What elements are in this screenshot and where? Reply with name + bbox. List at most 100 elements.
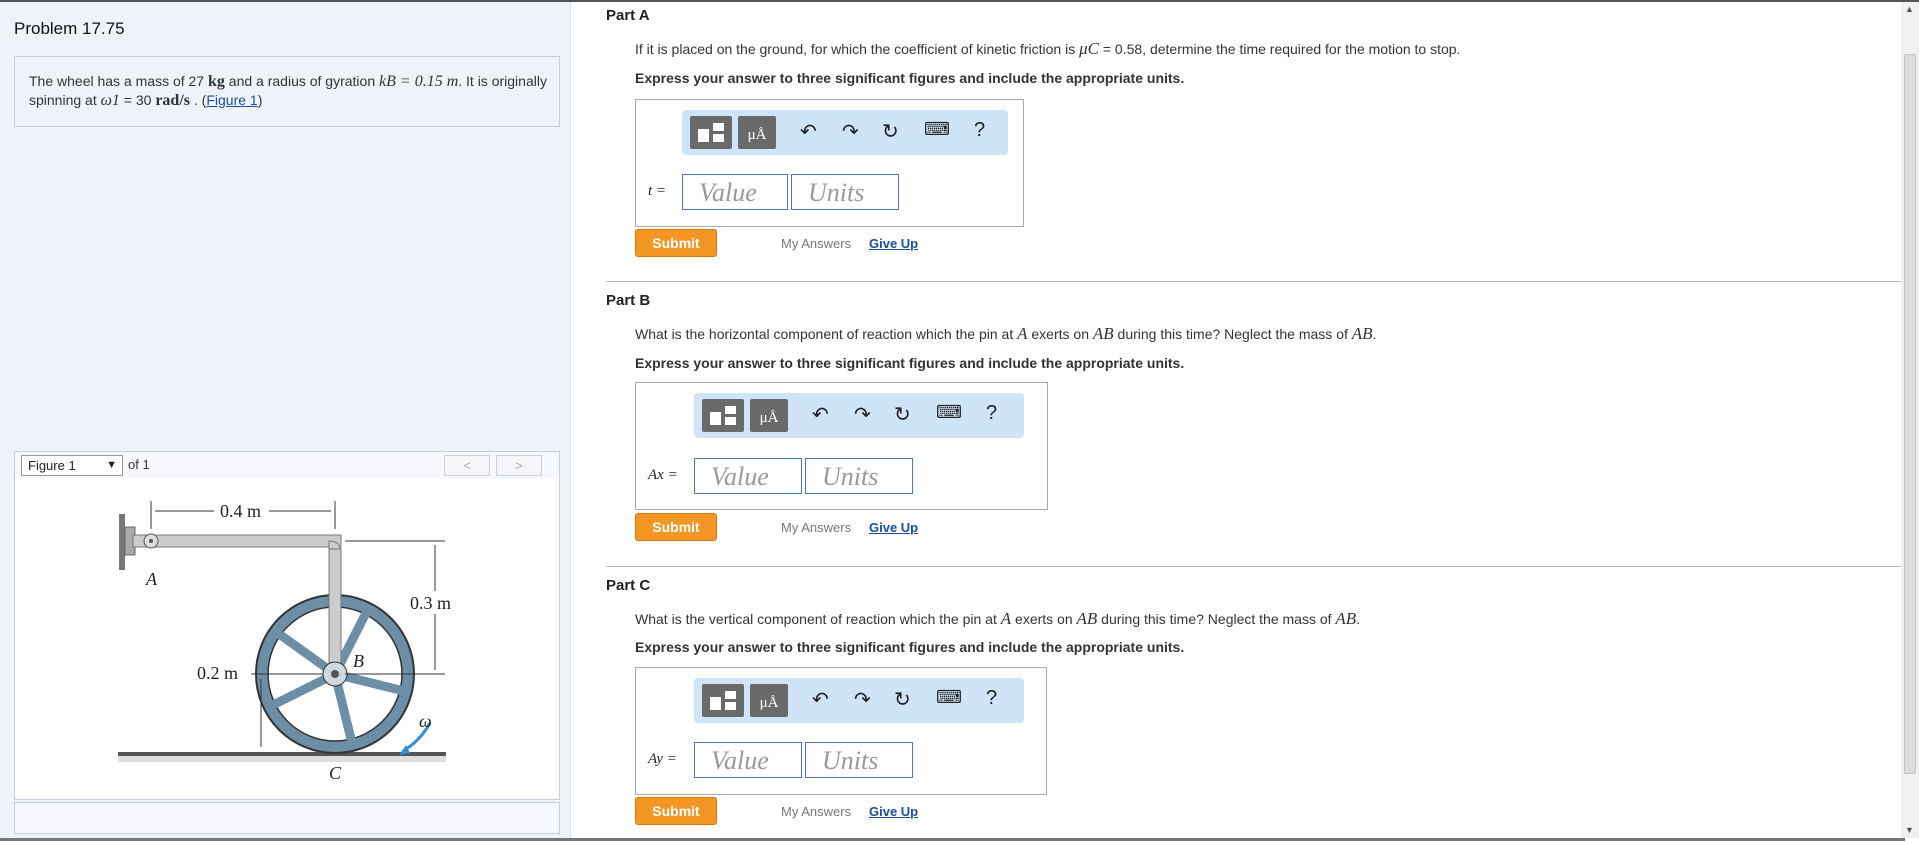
omega-value: = 30 bbox=[119, 92, 156, 108]
give-up-link[interactable]: Give Up bbox=[869, 236, 918, 251]
redo-icon[interactable]: ↷ bbox=[842, 119, 859, 144]
scroll-down-icon[interactable]: ▼ bbox=[1905, 825, 1914, 835]
next-figure-button[interactable]: > bbox=[496, 455, 542, 476]
units-icon[interactable]: μÅ bbox=[738, 116, 776, 149]
statement-text: . ( bbox=[190, 92, 207, 108]
templates-icon[interactable] bbox=[702, 684, 744, 717]
scrollbar-thumb[interactable] bbox=[1904, 54, 1916, 774]
question-text: What is the horizontal component of reac… bbox=[635, 326, 1018, 342]
chevron-down-icon: ▼ bbox=[106, 459, 117, 471]
help-icon[interactable]: ? bbox=[986, 402, 997, 425]
keyboard-icon[interactable]: ⌨ bbox=[936, 402, 962, 423]
part-c-question: What is the vertical component of reacti… bbox=[635, 609, 1360, 629]
give-up-link[interactable]: Give Up bbox=[869, 804, 918, 819]
keyboard-icon[interactable]: ⌨ bbox=[924, 119, 950, 140]
undo-icon[interactable]: ↶ bbox=[812, 402, 829, 427]
question-text: during this time? Neglect the mass of bbox=[1113, 326, 1352, 342]
separator bbox=[606, 281, 1901, 282]
fork bbox=[328, 548, 342, 676]
bottom-border bbox=[0, 838, 1905, 841]
keyboard-icon[interactable]: ⌨ bbox=[936, 687, 962, 708]
label-b: B bbox=[353, 651, 364, 671]
ground-line bbox=[118, 752, 446, 756]
prev-figure-button[interactable]: < bbox=[444, 455, 490, 476]
units-icon[interactable]: μÅ bbox=[750, 684, 788, 717]
figure-footer bbox=[14, 802, 560, 834]
help-icon[interactable]: ? bbox=[974, 119, 985, 142]
figure-link[interactable]: Figure 1 bbox=[206, 92, 257, 108]
value-input[interactable]: Value bbox=[694, 458, 802, 494]
question-text: . bbox=[1372, 326, 1377, 342]
part-b-answer-box: μÅ ↶ ↷ ↻ ⌨ ? Ax = Value Units bbox=[635, 382, 1048, 510]
statement-text: The wheel has a mass of 27 bbox=[29, 73, 208, 89]
part-c-title: Part C bbox=[606, 577, 651, 594]
templates-icon[interactable] bbox=[702, 399, 744, 432]
problem-statement-box: The wheel has a mass of 27 kg and a radi… bbox=[14, 56, 560, 127]
part-a-instruction: Express your answer to three significant… bbox=[635, 70, 1185, 86]
math-symbol: AB bbox=[1092, 324, 1114, 343]
help-icon[interactable]: ? bbox=[986, 687, 997, 710]
redo-icon[interactable]: ↷ bbox=[854, 687, 871, 712]
part-c-answer-box: μÅ ↶ ↷ ↻ ⌨ ? Ay = Value Units bbox=[635, 667, 1047, 795]
var-label: t = bbox=[648, 183, 667, 199]
question-text: exerts on bbox=[1027, 326, 1093, 342]
templates-icon[interactable] bbox=[690, 116, 732, 149]
figure-toolbar: Figure 1 ▼ of 1 < > bbox=[14, 451, 560, 480]
mass-unit: kg bbox=[208, 73, 225, 90]
question-text: = 0.58, determine the time required for … bbox=[1098, 41, 1461, 57]
question-text: during this time? Neglect the mass of bbox=[1097, 611, 1336, 627]
my-answers-label: My Answers bbox=[781, 804, 852, 819]
radius-gyration: kB = 0.15 m bbox=[379, 73, 459, 90]
question-text: What is the vertical component of reacti… bbox=[635, 611, 1001, 627]
omega-symbol: ω1 bbox=[100, 92, 120, 109]
submit-button[interactable]: Submit bbox=[635, 513, 717, 541]
question-text: . bbox=[1356, 611, 1361, 627]
var-label: Ay = bbox=[648, 751, 677, 767]
statement-text: and a radius of gyration bbox=[224, 73, 380, 89]
reset-icon[interactable]: ↻ bbox=[882, 119, 899, 144]
submit-button[interactable]: Submit bbox=[635, 229, 717, 257]
figure-select[interactable]: Figure 1 ▼ bbox=[21, 455, 123, 476]
ground-shade bbox=[118, 756, 446, 762]
value-input[interactable]: Value bbox=[682, 174, 788, 210]
math-symbol: AB bbox=[1076, 609, 1098, 628]
problem-title: Problem 17.75 bbox=[14, 19, 125, 38]
value-input[interactable]: Value bbox=[694, 742, 802, 778]
question-text: If it is placed on the ground, for which… bbox=[635, 41, 1080, 57]
figure-panel: 0.4 m 0.3 m 0.2 m A B C ω bbox=[14, 479, 560, 800]
math-toolbar: μÅ ↶ ↷ ↻ ⌨ ? bbox=[682, 110, 1008, 155]
units-input[interactable]: Units bbox=[805, 458, 913, 494]
figure-select-label: Figure 1 bbox=[28, 458, 76, 473]
part-c-instruction: Express your answer to three significant… bbox=[635, 639, 1185, 655]
reset-icon[interactable]: ↻ bbox=[894, 687, 911, 712]
my-answers-label: My Answers bbox=[781, 520, 852, 535]
part-b-question: What is the horizontal component of reac… bbox=[635, 324, 1376, 344]
redo-icon[interactable]: ↷ bbox=[854, 402, 871, 427]
undo-icon[interactable]: ↶ bbox=[800, 119, 817, 144]
scrollbar[interactable]: ▲ ▼ bbox=[1901, 2, 1919, 838]
submit-button[interactable]: Submit bbox=[635, 797, 717, 825]
problem-panel: Problem 17.75 The wheel has a mass of 27… bbox=[0, 2, 571, 838]
units-icon[interactable]: μÅ bbox=[750, 399, 788, 432]
label-c: C bbox=[329, 763, 342, 783]
problem-statement: The wheel has a mass of 27 kg and a radi… bbox=[29, 72, 549, 110]
part-b-instruction: Express your answer to three significant… bbox=[635, 355, 1185, 371]
units-input[interactable]: Units bbox=[805, 742, 913, 778]
math-toolbar: μÅ ↶ ↷ ↻ ⌨ ? bbox=[694, 393, 1024, 438]
separator bbox=[606, 566, 1901, 567]
label-04: 0.4 m bbox=[220, 501, 261, 521]
wheel-figure: 0.4 m 0.3 m 0.2 m A B C ω bbox=[118, 501, 451, 783]
math-symbol: AB bbox=[1335, 609, 1357, 628]
units-input[interactable]: Units bbox=[791, 174, 899, 210]
math-symbol: A bbox=[1017, 324, 1028, 343]
scroll-up-icon[interactable]: ▲ bbox=[1905, 4, 1914, 14]
undo-icon[interactable]: ↶ bbox=[812, 687, 829, 712]
part-a-question: If it is placed on the ground, for which… bbox=[635, 39, 1460, 59]
math-toolbar: μÅ ↶ ↷ ↻ ⌨ ? bbox=[694, 678, 1024, 723]
label-omega: ω bbox=[419, 711, 432, 731]
label-a: A bbox=[145, 569, 158, 589]
answer-panel: Part A If it is placed on the ground, fo… bbox=[571, 2, 1901, 838]
reset-icon[interactable]: ↻ bbox=[894, 402, 911, 427]
part-a-title: Part A bbox=[606, 7, 650, 24]
give-up-link[interactable]: Give Up bbox=[869, 520, 918, 535]
